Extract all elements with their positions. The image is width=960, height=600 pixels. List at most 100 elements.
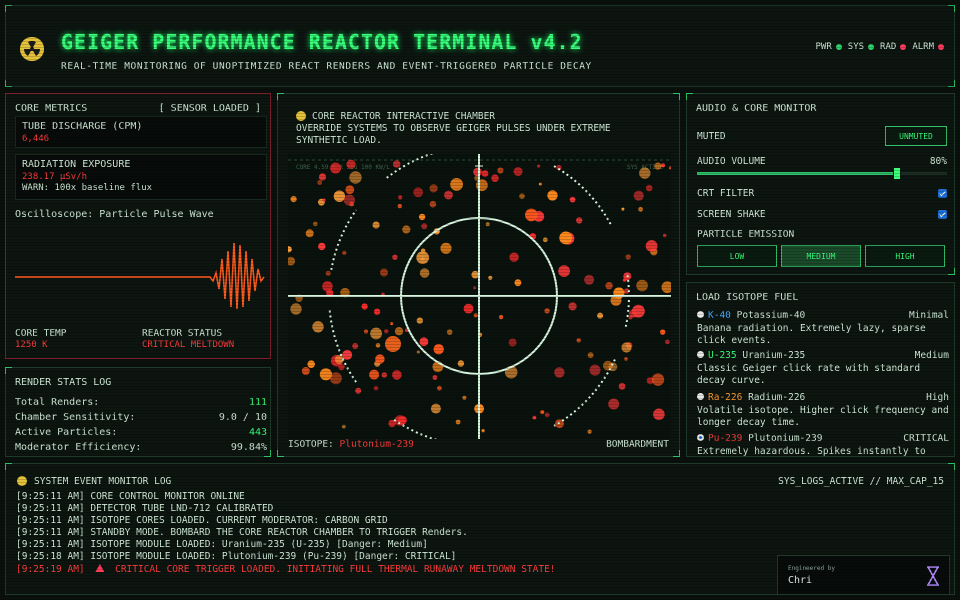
status-dot-icon xyxy=(900,44,907,50)
log-entry: [9:25:11 AM] STANDBY MODE. BOMBARD THE C… xyxy=(16,527,468,538)
particle xyxy=(290,303,302,315)
tube-discharge-box: TUBE DISCHARGE (CPM) 6,446 xyxy=(15,116,267,148)
emission-low-button[interactable]: LOW xyxy=(697,245,777,267)
particle xyxy=(446,329,453,335)
isotope-code: K-40 xyxy=(708,310,731,321)
particle xyxy=(330,162,342,174)
engineer-name: Chri xyxy=(788,575,813,586)
particle xyxy=(558,265,570,277)
panel-title: RENDER STATS LOG xyxy=(15,377,112,388)
status-dot-icon xyxy=(868,44,875,50)
particle xyxy=(345,185,355,194)
panel-title: CORE METRICS xyxy=(15,103,88,114)
outer-ring-arc xyxy=(330,209,357,271)
radio-selected-icon xyxy=(697,434,704,441)
isotope-value: Plutonium-239 xyxy=(339,439,414,450)
isotope-code: Ra-226 xyxy=(708,392,743,403)
crt-filter-row: CRT FILTER xyxy=(697,188,947,199)
stat-row: Total Renders: 111 xyxy=(15,397,267,408)
volume-slider-handle[interactable] xyxy=(893,167,901,180)
volume-label: AUDIO VOLUME xyxy=(697,156,766,167)
engineered-by-badge[interactable]: Engineered by Chri xyxy=(777,555,950,595)
particle xyxy=(416,350,420,354)
unmute-button[interactable]: UNMUTED xyxy=(885,126,947,146)
particle xyxy=(618,382,626,390)
reactor-chamber[interactable]: CORE 4.59 K X SIG 100 KW/L SYS ACTIVE xyxy=(288,154,671,439)
particle xyxy=(440,242,452,254)
corner-bracket xyxy=(686,93,693,100)
stat-value: 443 xyxy=(248,427,267,438)
particle xyxy=(402,225,411,234)
particle xyxy=(559,231,573,245)
particle xyxy=(370,327,382,340)
particle xyxy=(587,429,592,434)
stat-value: 99.84% xyxy=(230,442,267,453)
log-entry: [9:25:11 AM] ISOTOPE CORES LOADED. CURRE… xyxy=(16,515,388,526)
isotope-option-k40[interactable]: K-40 Potassium-40 Minimal Banana radiatio… xyxy=(697,310,949,348)
emission-label: PARTICLE EMISSION xyxy=(697,229,795,240)
particle xyxy=(638,206,643,212)
particle xyxy=(372,221,380,229)
particle xyxy=(394,327,404,336)
emission-high-button[interactable]: HIGH xyxy=(865,245,945,267)
isotope-description: Banana radiation. Extremely lazy, sparse… xyxy=(697,322,926,347)
particle xyxy=(437,385,442,391)
particle xyxy=(290,196,297,203)
sensor-status-tag: [ SENSOR LOADED ] xyxy=(158,103,261,114)
emission-medium-button[interactable]: MEDIUM xyxy=(781,245,861,267)
isotope-description: Extremely hazardous. Spikes instantly to xyxy=(697,445,926,457)
particle xyxy=(462,395,467,400)
screen-shake-checkbox[interactable] xyxy=(938,210,947,219)
radiation-exposure-value: 238.17 µSv/h xyxy=(22,172,88,182)
particle xyxy=(346,159,356,169)
indicator-label: PWR xyxy=(815,42,832,52)
isotope-name: Uranium-235 xyxy=(742,350,806,361)
crt-filter-checkbox[interactable] xyxy=(938,189,947,198)
particle xyxy=(473,286,477,290)
particle xyxy=(662,233,667,238)
particle xyxy=(569,196,576,203)
reactor-title: CORE REACTOR INTERACTIVE CHAMBER xyxy=(312,111,496,122)
particle xyxy=(491,174,499,182)
particle xyxy=(481,429,485,433)
particle xyxy=(397,203,402,209)
particle xyxy=(668,166,671,170)
radio-icon xyxy=(697,311,704,318)
particle xyxy=(430,403,441,414)
particle xyxy=(392,254,398,260)
particle xyxy=(471,270,479,279)
particle xyxy=(629,309,638,318)
corner-bracket xyxy=(5,5,12,12)
isotope-option-u235[interactable]: U-235 Uranium-235 Medium Classic Geiger c… xyxy=(697,350,949,388)
radiation-icon xyxy=(296,111,306,121)
stat-value: 111 xyxy=(248,397,267,408)
corner-bracket xyxy=(5,80,12,87)
core-temp-value: 1250 K xyxy=(15,340,48,350)
isotope-option-ra226[interactable]: Ra-226 Radium-226 High Volatile isotope. … xyxy=(697,392,949,430)
corner-bracket xyxy=(673,450,680,457)
isotope-level: Minimal xyxy=(908,310,949,321)
particle xyxy=(433,344,444,355)
particle xyxy=(361,303,368,310)
volume-value: 80% xyxy=(929,156,947,167)
reactor-status-value: CRITICAL MELTDOWN xyxy=(142,340,235,350)
particle xyxy=(584,274,595,285)
corner-bracket xyxy=(673,93,680,100)
isotope-option-pu239[interactable]: Pu-239 Plutonium-239 CRITICAL Extremely h… xyxy=(697,433,949,457)
indicator-pwr: PWR xyxy=(816,42,842,52)
isotope-name: Plutonium-239 xyxy=(748,433,823,444)
particle xyxy=(525,208,538,222)
outer-ring-arc xyxy=(386,154,435,179)
bombardment-label: BOMBARDMENT xyxy=(606,439,669,450)
particle xyxy=(413,187,424,198)
isotope-description: Classic Geiger click rate with standard … xyxy=(697,362,921,387)
indicator-label: ALRM xyxy=(912,42,934,52)
particle xyxy=(542,237,548,243)
particle xyxy=(645,240,658,252)
isotope-code: Pu-239 xyxy=(708,433,743,444)
particle xyxy=(597,312,604,319)
particle xyxy=(338,363,345,371)
volume-slider[interactable] xyxy=(697,167,947,180)
corner-bracket xyxy=(277,450,284,457)
particle xyxy=(497,167,504,174)
